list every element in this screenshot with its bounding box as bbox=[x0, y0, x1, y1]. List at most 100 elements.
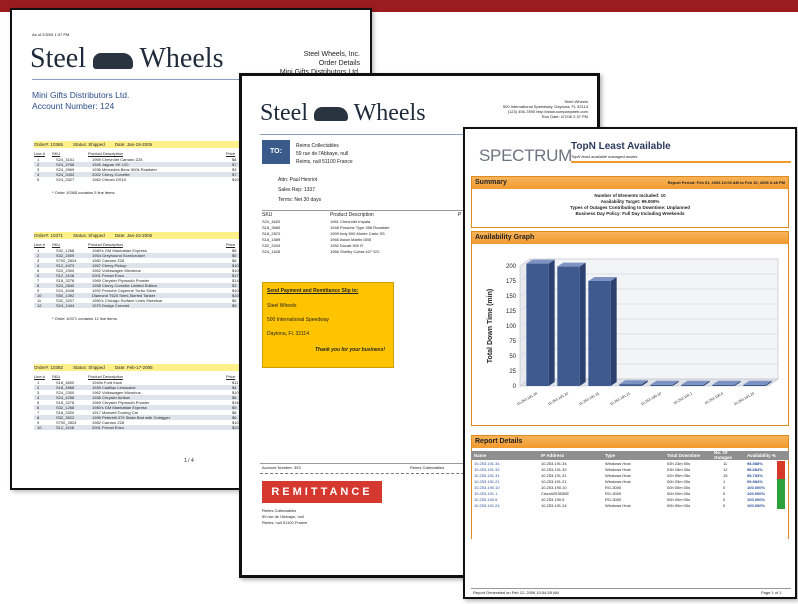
line-number: 10 bbox=[37, 425, 42, 430]
column-header-description: Product Description bbox=[330, 212, 374, 218]
bar bbox=[619, 384, 642, 386]
bar bbox=[650, 384, 673, 386]
summary-label: Summary bbox=[475, 179, 507, 186]
column-header-line: Line # bbox=[34, 242, 45, 247]
car-logo-icon bbox=[93, 52, 133, 69]
price: $5 bbox=[232, 303, 237, 308]
recipient-street: 59 rue de l'Abbaye, null bbox=[296, 151, 349, 157]
bar-side bbox=[548, 259, 555, 386]
details-name: 10.253.191.24 bbox=[474, 503, 500, 508]
x-tick-label: 10.253.191.1 bbox=[673, 391, 693, 405]
report-title: TopN Least Available bbox=[571, 141, 671, 152]
run-date: Run Date: 2/7/06 2:37 PM bbox=[541, 114, 588, 119]
order-status: Status: Shipped bbox=[73, 365, 105, 370]
y-tick-label: 200 bbox=[506, 264, 517, 270]
to-label: TO: bbox=[262, 140, 290, 164]
availability-graph-header: Availability Graph bbox=[472, 232, 788, 244]
summary-line: Business Day Policy: Full Day Including … bbox=[575, 211, 685, 216]
recipient-name: Reims Collectables bbox=[296, 143, 339, 149]
x-tick-label: 10.253.191.24 bbox=[733, 391, 755, 406]
product-description: 1962 Citroen DS19 bbox=[92, 177, 127, 182]
order-date: Date: Jan-23-2005 bbox=[114, 233, 153, 238]
payment-terms: Terms: Net 30 days bbox=[278, 197, 322, 203]
order-date: Date: Feb-17-2005 bbox=[114, 365, 153, 370]
bar bbox=[743, 384, 766, 386]
remittance-company: Steel Wheels bbox=[267, 303, 297, 309]
x-tick-label: 10.253.191.21 bbox=[609, 391, 631, 406]
x-tick-label: 10.253.190.5 bbox=[704, 391, 724, 405]
logo-text-right: Wheels bbox=[353, 100, 426, 126]
remittance-city: Daytona, FL 32114 bbox=[267, 331, 309, 337]
y-axis-label: Total Down Time (min) bbox=[487, 289, 494, 363]
order-footer-note: * Order 10365 contains 5 line items. bbox=[52, 190, 116, 195]
column-header-name: Name bbox=[474, 453, 487, 458]
footer-rule bbox=[471, 588, 791, 589]
column-header-availability: Availability % bbox=[747, 453, 776, 458]
order-order: Order#: 10371 bbox=[34, 233, 64, 238]
y-tick-label: 50 bbox=[509, 354, 516, 360]
remittance-customer-city: Reims, null 51100 France bbox=[262, 520, 308, 525]
logo-text-right: Wheels bbox=[139, 43, 224, 74]
order-footer-note: * Order 10371 contains 12 line items. bbox=[52, 316, 118, 321]
spectrum-report-document: SPECTRUM TopN Least Available TopN least… bbox=[463, 127, 797, 599]
attention-block: Attn: Paul Henriot Sales Rep: 1337 Terms… bbox=[278, 175, 321, 205]
x-tick-label: 10.253.191.34 bbox=[516, 391, 538, 406]
invoice-description: 1966 Shelby Cobra 427 S/C bbox=[330, 249, 380, 254]
details-type: Windows Host bbox=[605, 503, 631, 508]
availability-graph-section: Availability Graph 0 25 50 75 100 125 150 175 20… bbox=[471, 231, 789, 426]
steel-wheels-logo: Steel Wheels bbox=[260, 100, 426, 126]
order-status: Status: Shipped bbox=[73, 233, 105, 238]
order-date: Date: Jan-19-2005 bbox=[114, 142, 153, 147]
y-tick-label: 0 bbox=[513, 384, 517, 390]
y-tick-label: 25 bbox=[509, 369, 516, 375]
column-header-type: Type bbox=[605, 453, 616, 458]
column-header-line: Line # bbox=[34, 151, 45, 156]
steel-wheels-logo: Steel Wheels bbox=[30, 44, 223, 74]
availability-status-indicator bbox=[777, 503, 785, 509]
report-details-header: Report Details bbox=[472, 436, 788, 448]
details-row: 10.253.191.24 10.253.191.24 Windows Host 00… bbox=[471, 503, 789, 509]
spectrum-logo: SPECTRUM bbox=[479, 146, 572, 165]
order-header-bar: Order#: 10365 Status: Shipped Date: Jan-19… bbox=[34, 141, 242, 148]
y-tick-label: 125 bbox=[506, 309, 517, 315]
remittance-customer-address: Reims Collectables 59 rue de l'Abbaye, n… bbox=[262, 508, 307, 526]
company-address-block: Steel Wheels 500 International Speedway,… bbox=[480, 99, 588, 119]
car-logo-icon bbox=[314, 107, 348, 122]
customer-block: Mini Gifts Distributors Ltd. Account Num… bbox=[32, 90, 129, 112]
recipient-address: Reims Collectables 59 rue de l'Abbaye, n… bbox=[296, 142, 353, 166]
line-number: 12 bbox=[37, 303, 42, 308]
product-description: 2001 Ferrari Enzo bbox=[92, 425, 125, 430]
footer-customer: Reims Collectables bbox=[410, 465, 445, 470]
x-tick-label: 10.253.191.32 bbox=[547, 391, 569, 406]
column-header-price: Price bbox=[226, 151, 236, 156]
column-header-desc: Product Description bbox=[88, 374, 123, 379]
page-number: 1 / 4 bbox=[184, 458, 194, 464]
price: $20 bbox=[232, 425, 239, 430]
sku: S24_1444 bbox=[56, 303, 75, 308]
account-number: Account Number: 124 bbox=[32, 101, 115, 111]
logo-text-left: Steel bbox=[260, 100, 308, 126]
customer-name: Mini Gifts Distributors Ltd. bbox=[32, 90, 130, 100]
column-header-sku: SKU bbox=[262, 212, 273, 218]
report-generated-date: Report Generated on Feb 12, 2006 10:54:5… bbox=[473, 590, 559, 595]
column-header-ip: IP Address bbox=[541, 453, 565, 458]
product-description: 1970 Dodge Coronet bbox=[92, 303, 130, 308]
report-period: Report Period: Feb 01, 2006 12:00 AM to … bbox=[667, 180, 785, 185]
report-subtitle: TopN least available managed assets bbox=[571, 154, 638, 159]
x-tick-label: 10.253.191.31 bbox=[578, 391, 600, 406]
bar bbox=[526, 263, 549, 386]
details-table-header: Name IP Address Type Total Downtime No. … bbox=[471, 450, 789, 460]
remittance-street: 500 International Speedway bbox=[267, 317, 329, 323]
order-status: Status: Shipped bbox=[73, 142, 105, 147]
footer-account-number: Account Number: 353 bbox=[262, 465, 301, 470]
remittance-banner: REMITTANCE bbox=[262, 481, 382, 503]
details-ip: 10.253.191.24 bbox=[541, 503, 567, 508]
order-line-row: 5 S24_3327 1962 Citroen DS19 $10 bbox=[34, 177, 242, 182]
x-tick-label: 10.253.190.10 bbox=[640, 391, 662, 406]
availability-bar-chart: 0 25 50 75 100 125 150 175 200 Total Down Time (m… bbox=[487, 258, 779, 406]
attention-line: Attn: Paul Henriot bbox=[278, 177, 318, 183]
column-header-sku: SKU bbox=[52, 151, 61, 156]
order-header-bar: Order#: 10371 Status: Shipped Date: Jan-23… bbox=[34, 232, 242, 239]
logo-text-left: Steel bbox=[30, 43, 86, 74]
sku: S12_1108 bbox=[56, 425, 74, 430]
